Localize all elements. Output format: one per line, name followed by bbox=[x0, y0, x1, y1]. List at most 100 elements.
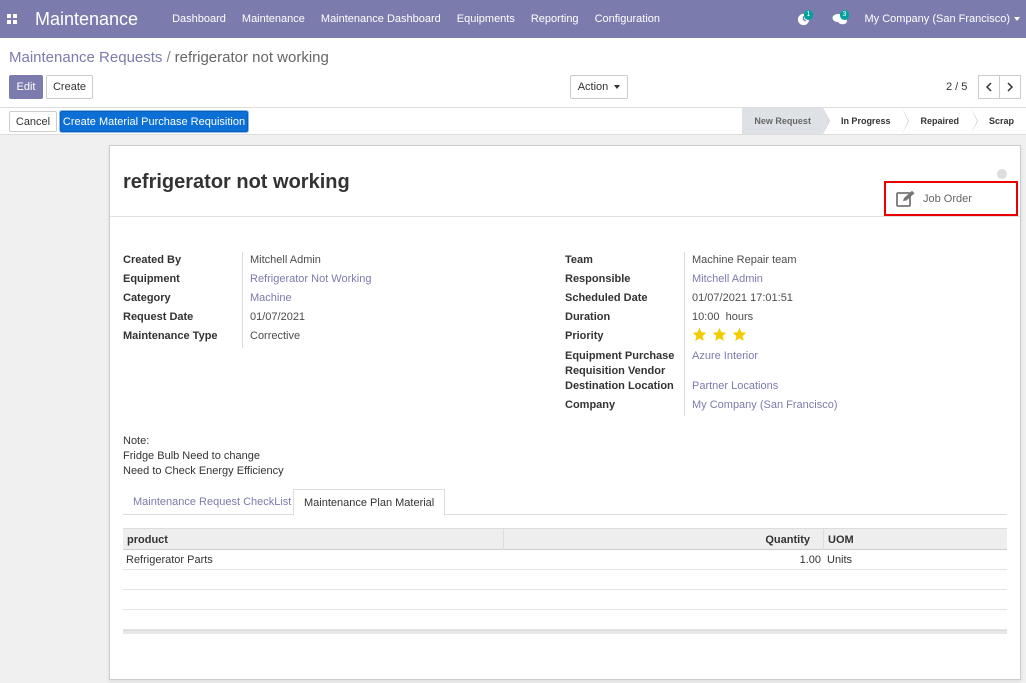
tab-maintenance-plan-material[interactable]: Maintenance Plan Material bbox=[293, 489, 446, 516]
column-header-uom[interactable]: UOM bbox=[828, 529, 854, 550]
equipment-label: Equipment bbox=[123, 273, 180, 285]
company-label: Company bbox=[565, 399, 616, 411]
duration-label: Duration bbox=[565, 311, 611, 323]
cancel-button[interactable]: Cancel bbox=[9, 111, 57, 132]
team-label: Team bbox=[565, 254, 593, 266]
activity-badge: 1 bbox=[803, 10, 814, 20]
breadcrumb: Maintenance Requests / refrigerator not wo… bbox=[9, 49, 329, 66]
star-icon[interactable] bbox=[692, 327, 707, 342]
form-sheet: refrigerator not working Job Order Creat… bbox=[109, 145, 1021, 680]
messages-button[interactable]: 3 bbox=[829, 8, 851, 30]
create-button[interactable]: Create bbox=[46, 75, 93, 99]
request-date-label: Request Date bbox=[123, 311, 194, 323]
stage-scrap[interactable]: Scrap bbox=[970, 108, 1026, 134]
company-name: My Company (San Francisco) bbox=[864, 13, 1011, 25]
pager-next-button[interactable] bbox=[999, 75, 1021, 99]
note-section: Note: Fridge Bulb Need to change Need to… bbox=[123, 434, 284, 479]
pager-value[interactable]: 2 / 5 bbox=[946, 81, 967, 93]
column-header-product[interactable]: product bbox=[127, 529, 168, 550]
job-order-label: Job Order bbox=[923, 192, 972, 205]
action-label: Action bbox=[577, 81, 609, 93]
vendor-link[interactable]: Azure Interior bbox=[692, 350, 758, 362]
company-link[interactable]: My Company (San Francisco) bbox=[692, 399, 838, 411]
priority-stars bbox=[692, 327, 752, 342]
menu-maintenance-dashboard[interactable]: Maintenance Dashboard bbox=[313, 0, 449, 38]
vendor-label-line2: Requisition Vendor bbox=[565, 365, 666, 377]
company-switcher[interactable]: My Company (San Francisco) bbox=[864, 13, 1020, 25]
app-brand[interactable]: Maintenance bbox=[35, 9, 138, 30]
chevron-left-icon bbox=[985, 82, 992, 92]
menu-reporting[interactable]: Reporting bbox=[523, 0, 587, 38]
team-value: Machine Repair team bbox=[692, 254, 797, 266]
empty-row bbox=[123, 590, 1007, 610]
duration-value: 10:00 hours bbox=[692, 311, 753, 323]
menu-maintenance[interactable]: Maintenance bbox=[234, 0, 313, 38]
cell-uom: Units bbox=[827, 554, 853, 566]
caret-down-icon bbox=[614, 85, 621, 89]
duration-amount: 10:00 bbox=[692, 311, 720, 323]
breadcrumb-parent[interactable]: Maintenance Requests bbox=[9, 49, 162, 66]
material-table: product Quantity UOM Refrigerator Parts … bbox=[123, 528, 1007, 634]
activity-button[interactable]: 1 bbox=[793, 8, 815, 30]
duration-unit: hours bbox=[725, 311, 754, 323]
column-header-quantity[interactable]: Quantity bbox=[505, 529, 810, 550]
stage-in-progress[interactable]: In Progress bbox=[822, 108, 909, 134]
record-title: refrigerator not working bbox=[123, 171, 350, 193]
menu-dashboard[interactable]: Dashboard bbox=[164, 0, 234, 38]
category-label: Category bbox=[123, 292, 171, 304]
breadcrumb-current: refrigerator not working bbox=[174, 49, 329, 66]
stage-new-request[interactable]: New Request bbox=[742, 108, 830, 134]
column-divider bbox=[503, 529, 504, 550]
created-by-value: Mitchell Admin bbox=[250, 254, 321, 266]
star-icon[interactable] bbox=[732, 327, 747, 342]
messages-badge: 3 bbox=[839, 10, 850, 20]
scheduled-date-label: Scheduled Date bbox=[565, 292, 648, 304]
stage-pipeline: New Request In Progress Repaired Scrap bbox=[742, 108, 1026, 134]
equipment-link[interactable]: Refrigerator Not Working bbox=[250, 273, 371, 285]
caret-down-icon bbox=[1014, 17, 1020, 22]
notebook-tabs: Maintenance Request CheckList Maintenanc… bbox=[123, 489, 1007, 516]
tab-maintenance-request-checklist[interactable]: Maintenance Request CheckList bbox=[123, 489, 301, 515]
note-line: Fridge Bulb Need to change bbox=[123, 450, 260, 462]
empty-row bbox=[123, 610, 1007, 630]
scheduled-date-value: 01/07/2021 17:01:51 bbox=[692, 292, 793, 304]
empty-row bbox=[123, 570, 1007, 590]
edit-icon bbox=[896, 190, 915, 207]
note-line: Need to Check Energy Efficiency bbox=[123, 465, 284, 477]
create-material-purchase-requisition-button[interactable]: Create Material Purchase Requisition bbox=[60, 111, 248, 132]
table-header: product Quantity UOM bbox=[123, 528, 1007, 550]
menu-equipments[interactable]: Equipments bbox=[449, 0, 523, 38]
breadcrumb-separator: / bbox=[166, 49, 171, 66]
column-divider bbox=[823, 529, 824, 550]
table-row[interactable]: Refrigerator Parts 1.00 Units bbox=[123, 550, 1007, 570]
main-menu: Dashboard Maintenance Maintenance Dashbo… bbox=[164, 0, 668, 38]
edit-button[interactable]: Edit bbox=[9, 75, 43, 99]
created-by-label: Created By bbox=[123, 254, 182, 266]
table-footer bbox=[123, 630, 1007, 634]
note-heading: Note: bbox=[123, 435, 150, 447]
top-navbar: Maintenance Dashboard Maintenance Mainte… bbox=[0, 0, 1026, 38]
destination-location-link[interactable]: Partner Locations bbox=[692, 380, 778, 392]
apps-grid-icon[interactable] bbox=[2, 0, 22, 38]
left-group-divider bbox=[242, 252, 243, 348]
destination-location-label: Destination Location bbox=[565, 380, 674, 392]
maintenance-type-value: Corrective bbox=[250, 330, 301, 342]
maintenance-type-label: Maintenance Type bbox=[123, 330, 218, 342]
responsible-label: Responsible bbox=[565, 273, 631, 285]
cell-quantity: 1.00 bbox=[799, 554, 821, 566]
vendor-label-line1: Equipment Purchase bbox=[565, 350, 675, 362]
request-date-value: 01/07/2021 bbox=[250, 311, 306, 323]
stage-repaired[interactable]: Repaired bbox=[902, 108, 978, 134]
responsible-link[interactable]: Mitchell Admin bbox=[692, 273, 763, 285]
star-icon[interactable] bbox=[712, 327, 727, 342]
pager-previous-button[interactable] bbox=[978, 75, 1000, 99]
control-panel: Maintenance Requests / refrigerator not wo… bbox=[0, 38, 1026, 108]
chevron-right-icon bbox=[1007, 82, 1014, 92]
action-dropdown[interactable]: Action bbox=[570, 75, 628, 99]
menu-configuration[interactable]: Configuration bbox=[587, 0, 668, 38]
job-order-smart-button[interactable]: Job Order bbox=[884, 181, 1018, 216]
category-link[interactable]: Machine bbox=[250, 292, 292, 304]
cell-product: Refrigerator Parts bbox=[126, 554, 213, 566]
kanban-state-indicator[interactable] bbox=[997, 169, 1007, 179]
title-divider bbox=[110, 216, 1020, 217]
